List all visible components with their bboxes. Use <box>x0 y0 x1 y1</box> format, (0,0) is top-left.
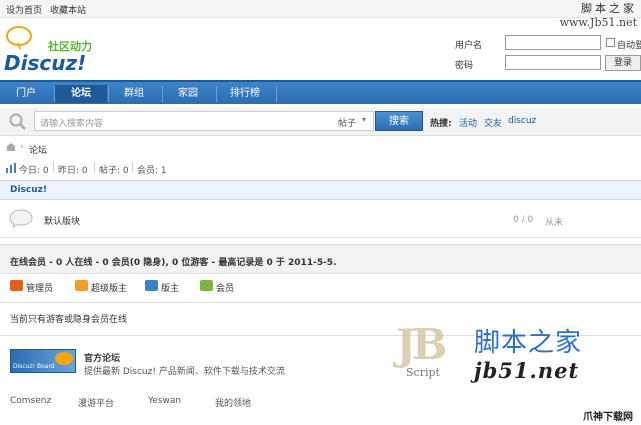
home-icon[interactable] <box>5 142 17 152</box>
nav-item-forum[interactable]: 论坛 <box>55 85 107 103</box>
online-header-text: 在线会员 - 0 人在线 - 0 会员(0 隐身), 0 位游客 - 最高记录是… <box>10 258 337 268</box>
divider <box>0 302 641 303</box>
search-placeholder: 请输入搜索内容 <box>40 119 104 129</box>
nav-item-group[interactable]: 群组 <box>110 85 158 103</box>
password-input[interactable] <box>505 55 601 70</box>
moderator-icon <box>145 280 158 291</box>
watermark-cn: 脚本之家 <box>474 328 583 358</box>
category-name[interactable]: Discuz! <box>10 185 47 195</box>
logo-wordmark: Discuz! <box>4 51 87 75</box>
partner-link-4[interactable]: 我的领地 <box>215 396 251 409</box>
stats-today: 今日: 0 <box>19 166 49 176</box>
nav-item-ranking[interactable]: 排行榜 <box>218 85 272 103</box>
stats-chart-icon <box>6 163 16 173</box>
watermark-top: 脚本之家 www.Jb51.net <box>560 2 637 30</box>
legend-admin: 管理员 <box>26 284 54 294</box>
stats-yesterday: 昨日: 0 <box>58 166 88 176</box>
official-forum-desc: 提供最新 Discuz! 产品新闻、软件下载与技术交流 <box>84 367 285 377</box>
category-header: Discuz! <box>0 180 641 200</box>
main-nav: 门户 论坛 群组 家园 排行榜 <box>0 80 641 104</box>
chevron-down-icon[interactable]: ▾ <box>362 115 366 124</box>
hot-search-label: 热搜: <box>430 119 452 129</box>
watermark-script: Script <box>406 366 440 379</box>
online-message: 当前只有游客或隐身会员在线 <box>10 315 128 325</box>
breadcrumb-current[interactable]: 论坛 <box>29 143 47 156</box>
forum-name[interactable]: 默认版块 <box>44 214 80 227</box>
auto-login-checkbox[interactable] <box>606 38 615 47</box>
watermark-top-cn: 脚本之家 <box>581 2 637 15</box>
search-button[interactable]: 搜索 <box>375 111 423 131</box>
stats-posts: 帖子: 0 <box>99 166 129 176</box>
divider <box>0 237 641 238</box>
forum-last-post: 从未 <box>545 218 564 228</box>
online-header: 在线会员 - 0 人在线 - 0 会员(0 隐身), 0 位游客 - 最高记录是… <box>0 244 641 274</box>
partner-link-1[interactable]: Comsenz <box>10 396 51 406</box>
admin-icon <box>10 280 23 291</box>
top-bar: 设为首页 收藏本站 <box>0 0 641 18</box>
breadcrumb-separator: › <box>20 142 24 152</box>
forum-counts: 0 / 0 <box>513 215 534 225</box>
hot-tag-2[interactable]: 交友 <box>484 116 502 129</box>
legend-member: 会员 <box>216 284 235 294</box>
nav-item-portal[interactable]: 门户 <box>6 85 46 103</box>
legend-super-moderator: 超级版主 <box>91 284 128 294</box>
partner-link-3[interactable]: Yeswan <box>148 396 181 406</box>
login-button[interactable]: 登录 <box>605 55 641 71</box>
watermark-url: jb51.net <box>474 358 580 383</box>
set-home-link[interactable]: 设为首页 <box>6 3 42 16</box>
partner-link-2[interactable]: 漫游平台 <box>78 396 114 409</box>
nav-item-home[interactable]: 家园 <box>164 85 212 103</box>
username-input[interactable] <box>505 35 601 50</box>
super-moderator-icon <box>75 280 88 291</box>
watermark-top-url: www.Jb51.net <box>559 16 637 29</box>
search-type-select[interactable]: 帖子 <box>338 116 356 129</box>
hot-tag-3[interactable]: discuz <box>508 116 536 126</box>
official-forum-logo[interactable]: Discuz! Board <box>10 349 76 373</box>
auto-login-label: 自动登录 <box>617 41 641 51</box>
hot-tag-1[interactable]: 活动 <box>459 116 477 129</box>
watermark-bottom: JB Script 脚本之家 jb51.net <box>396 318 641 390</box>
watermark-site: 爪神下载网 <box>583 412 633 423</box>
username-label: 用户名 <box>455 41 483 51</box>
bookmark-link[interactable]: 收藏本站 <box>50 3 86 16</box>
search-icon <box>9 113 26 130</box>
stats-members: 会员: 1 <box>137 166 167 176</box>
member-icon <box>200 280 213 291</box>
legend-moderator: 版主 <box>161 284 180 294</box>
search-input[interactable]: 请输入搜索内容 帖子 ▾ <box>34 111 374 131</box>
forum-status-icon <box>9 209 33 228</box>
official-forum-title[interactable]: 官方论坛 <box>84 351 120 364</box>
password-label: 密码 <box>455 61 474 71</box>
watermark-jb-logo: JB <box>396 320 447 369</box>
site-logo[interactable]: 社区动力 Discuz! <box>4 24 114 75</box>
